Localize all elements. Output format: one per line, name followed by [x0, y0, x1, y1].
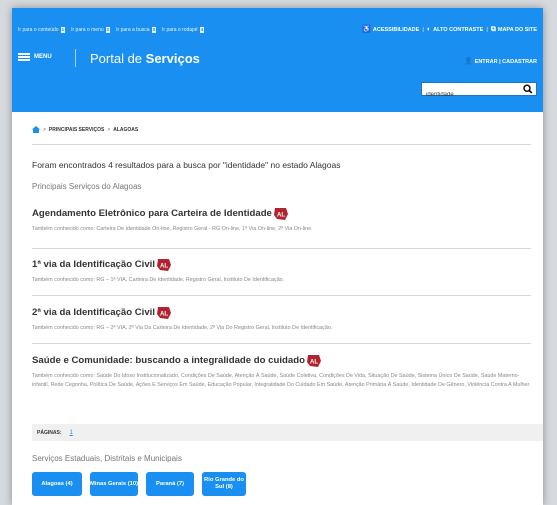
- skip-link-search[interactable]: Ir para a busca 3: [116, 27, 157, 33]
- state-services-title: Serviços Estaduais, Distritais e Municip…: [32, 454, 182, 463]
- breadcrumb: > PRINCIPAIS SERVIÇOS > ALAGOAS: [32, 126, 138, 133]
- divider: [32, 295, 531, 296]
- search-input[interactable]: [422, 89, 522, 101]
- sitemap-link[interactable]: ⧉ MAPA DO SITE: [491, 26, 537, 33]
- svg-text:AL: AL: [277, 212, 285, 218]
- pagination: PÁGINAS: 1: [32, 424, 543, 441]
- home-icon[interactable]: [32, 126, 40, 133]
- menu-button[interactable]: MENU: [18, 53, 52, 61]
- divider: [32, 248, 531, 249]
- divider: [32, 144, 531, 145]
- result-item: 1ª via da Identificação Civil AL Também …: [32, 258, 531, 285]
- state-buttons: Alagoas (4) Minas Gerais (10) Paraná (7)…: [32, 472, 246, 496]
- contrast-icon: ◐: [426, 26, 432, 33]
- divider: [32, 343, 531, 344]
- skip-link-menu[interactable]: Ir para o menu 2: [71, 27, 111, 33]
- portal-title[interactable]: Portal de Serviços: [90, 51, 200, 66]
- result-description: Também conhecido como: RG – 2ª VIA, 2ª V…: [32, 325, 333, 331]
- result-title[interactable]: 1ª via da Identificação Civil: [32, 259, 155, 271]
- accessibility-icon: ♿: [362, 26, 371, 33]
- browser-page: Ir para o conteúdo 1 Ir para o menu 2 Ir p…: [12, 8, 543, 505]
- state-badge-icon: AL: [273, 208, 288, 220]
- result-description: Também conhecido como: Carteira De Ident…: [32, 226, 313, 232]
- accessibility-bar: ♿ ACESSIBILIDADE | ◐ ALTO CONTRASTE | ⧉ …: [362, 26, 537, 33]
- header-bar: Ir para o conteúdo 1 Ir para o menu 2 Ir p…: [12, 8, 543, 112]
- login-link[interactable]: 👤 ENTRAR | CADASTRAR: [464, 58, 537, 65]
- state-button-parana[interactable]: Paraná (7): [146, 472, 194, 496]
- hamburger-icon: [18, 53, 30, 61]
- skip-links: Ir para o conteúdo 1 Ir para o menu 2 Ir p…: [18, 27, 205, 33]
- result-title[interactable]: Saúde e Comunidade: buscando a integrali…: [32, 355, 305, 367]
- state-button-alagoas[interactable]: Alagoas (4): [32, 472, 82, 496]
- breadcrumb-item-services[interactable]: PRINCIPAIS SERVIÇOS: [49, 127, 104, 133]
- section-title: Principais Serviços do Alagoas: [32, 182, 142, 191]
- result-item: Agendamento Eletrônico para Carteira de …: [32, 207, 531, 234]
- result-item: 2ª via da Identificação Civil AL Também …: [32, 306, 531, 333]
- svg-text:AL: AL: [160, 311, 168, 317]
- search-box: [421, 82, 537, 101]
- result-description: Também conhecido como: RG – 1ª VIA, Cart…: [32, 277, 285, 283]
- state-button-rio-grande-do-sul[interactable]: Rio Grande do Sul (8): [202, 472, 246, 496]
- state-button-minas-gerais[interactable]: Minas Gerais (10): [90, 472, 138, 496]
- breadcrumb-item-state: ALAGOAS: [113, 126, 139, 133]
- page-link[interactable]: 1: [69, 430, 72, 436]
- state-badge-icon: AL: [306, 355, 321, 367]
- pagination-label: PÁGINAS:: [37, 429, 62, 436]
- svg-text:AL: AL: [310, 359, 318, 365]
- state-badge-icon: AL: [157, 307, 171, 319]
- sitemap-icon: ⧉: [490, 26, 496, 33]
- svg-text:AL: AL: [160, 263, 168, 269]
- result-title[interactable]: Agendamento Eletrônico para Carteira de …: [32, 208, 272, 220]
- result-item: Saúde e Comunidade: buscando a integrali…: [32, 354, 531, 390]
- result-description: Também conhecido como: Saúde Do Idoso In…: [32, 373, 531, 388]
- high-contrast-link[interactable]: ◐ ALTO CONTRASTE: [427, 26, 483, 33]
- skip-link-footer[interactable]: Ir para o rodapé 4: [162, 27, 205, 33]
- header-divider: [75, 49, 76, 67]
- result-title[interactable]: 2ª via da Identificação Civil: [32, 307, 155, 319]
- search-icon[interactable]: [522, 84, 534, 94]
- search-summary: Foram encontrados 4 resultados para a bu…: [32, 160, 341, 170]
- accessibility-link[interactable]: ♿ ACESSIBILIDADE: [362, 26, 419, 33]
- user-icon: 👤: [463, 58, 473, 65]
- skip-link-content[interactable]: Ir para o conteúdo 1: [18, 27, 66, 33]
- state-badge-icon: AL: [157, 259, 171, 271]
